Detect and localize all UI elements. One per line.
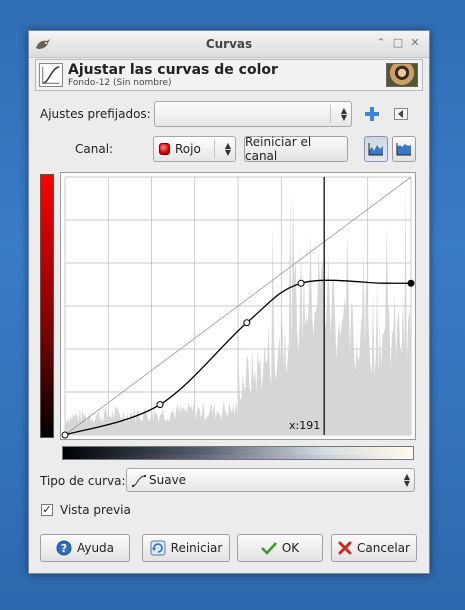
help-label: Ayuda xyxy=(76,541,115,555)
output-gradient-bar xyxy=(40,174,54,438)
shade-icon[interactable]: ⌃ xyxy=(375,37,387,49)
combo-arrows-icon: ▲ ▼ xyxy=(224,141,231,157)
preview-checkbox[interactable]: ✓ xyxy=(41,504,53,516)
input-gradient-bar xyxy=(62,446,414,460)
maximize-icon[interactable]: □ xyxy=(392,37,404,49)
control-point[interactable] xyxy=(61,431,69,439)
reset-channel-button[interactable]: Reiniciar el canal xyxy=(244,135,348,163)
header-subtitle: Fondo-12 (Sin nombre) xyxy=(68,78,172,88)
curves-icon xyxy=(39,63,63,87)
reset-icon xyxy=(150,540,166,556)
reset-channel-label: Reiniciar el canal xyxy=(245,135,312,163)
control-point[interactable] xyxy=(297,279,305,287)
window-title: Curvas xyxy=(205,37,253,51)
cancel-label: Cancelar xyxy=(357,541,410,555)
add-preset-icon[interactable] xyxy=(365,107,379,121)
presets-combo[interactable]: ▲ ▼ xyxy=(154,101,352,127)
help-icon: ? xyxy=(56,540,72,556)
channel-label: Canal: xyxy=(75,142,114,156)
combo-arrows-icon: ▲ ▼ xyxy=(403,472,410,488)
linear-histogram-button[interactable] xyxy=(364,136,388,162)
presets-label: Ajustes prefijados: xyxy=(40,107,151,121)
preset-menu-icon[interactable] xyxy=(394,108,408,120)
control-point[interactable] xyxy=(407,279,415,287)
curve-canvas[interactable]: x:191 xyxy=(61,173,415,439)
log-histogram-icon xyxy=(396,143,411,156)
dialog-header: Ajustar las curvas de color Fondo-12 (Si… xyxy=(35,59,423,91)
title-bar[interactable]: Curvas ⌃ □ ✕ xyxy=(29,31,429,58)
smooth-curve-icon xyxy=(132,474,146,488)
preview-label: Vista previa xyxy=(60,503,131,517)
ok-button[interactable]: OK xyxy=(237,534,323,562)
cancel-icon xyxy=(338,541,352,555)
ok-label: OK xyxy=(281,541,300,555)
channel-value: Rojo xyxy=(175,142,201,156)
reset-label: Reiniciar xyxy=(170,541,223,555)
cancel-button[interactable]: Cancelar xyxy=(331,534,417,562)
log-histogram-button[interactable] xyxy=(392,136,416,162)
help-button[interactable]: ? Ayuda xyxy=(40,534,130,562)
control-point[interactable] xyxy=(156,401,164,409)
channel-swatch-icon xyxy=(159,143,170,155)
curve-type-combo[interactable]: Suave ▲ ▼ xyxy=(126,468,415,492)
reset-button[interactable]: Reiniciar xyxy=(142,534,230,562)
close-icon[interactable]: ✕ xyxy=(409,37,421,49)
cursor-readout: x:191 xyxy=(289,419,320,432)
control-point[interactable] xyxy=(243,319,251,327)
image-thumbnail xyxy=(386,63,418,87)
channel-combo[interactable]: Rojo ▲ ▼ xyxy=(153,136,236,162)
curve-editor[interactable]: x:191 xyxy=(60,172,416,440)
linear-histogram-icon xyxy=(368,143,383,156)
svg-text:?: ? xyxy=(61,542,67,555)
curve-type-label: Tipo de curva: xyxy=(40,474,126,488)
curve-type-value: Suave xyxy=(149,473,187,487)
header-title: Ajustar las curvas de color xyxy=(68,62,278,78)
combo-arrows-icon: ▲ ▼ xyxy=(340,106,347,122)
check-icon xyxy=(260,542,277,555)
